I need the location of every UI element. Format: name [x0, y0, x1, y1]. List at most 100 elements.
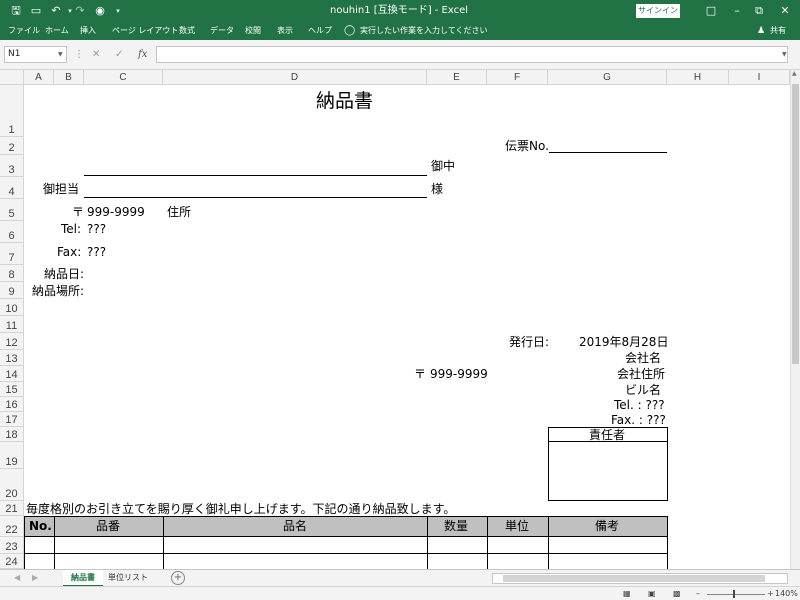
company-address: 会社住所	[617, 367, 666, 381]
column-header-d[interactable]: D	[163, 70, 427, 85]
worksheet-grid[interactable]: 納品書 伝票No. 御中 御担当 様 〒 999-9999 住所 Tel: ??…	[24, 85, 790, 569]
row-header-17[interactable]: 17	[0, 412, 24, 427]
row-header-7[interactable]: 7	[0, 243, 24, 265]
sheet-tab-nouhinsho[interactable]: 納品書	[63, 570, 103, 587]
redo-icon[interactable]: ↷	[72, 3, 88, 19]
row-header-1[interactable]: 1	[0, 85, 24, 137]
row-header-15[interactable]: 15	[0, 382, 24, 397]
col-header-remarks: 備考	[595, 519, 620, 533]
scroll-up-icon[interactable]: ▲	[792, 70, 797, 77]
issue-date-label: 発行日:	[509, 335, 550, 349]
tel-value: ???	[87, 222, 107, 236]
zoom-in-icon[interactable]: +	[767, 587, 774, 600]
column-header-f[interactable]: F	[487, 70, 548, 85]
expand-formula-bar-icon[interactable]: ▼	[782, 51, 787, 58]
column-header-b[interactable]: B	[54, 70, 84, 85]
tab-data[interactable]: データ	[210, 22, 234, 40]
customize-quick-access-icon[interactable]: ▾	[110, 3, 126, 19]
row-header-20[interactable]: 20	[0, 469, 24, 501]
save-icon[interactable]: 🖫	[8, 3, 24, 19]
column-header-i[interactable]: I	[729, 70, 790, 85]
column-header-a[interactable]: A	[24, 70, 54, 85]
table-col-divider	[163, 516, 164, 569]
tab-insert[interactable]: 挿入	[80, 22, 96, 40]
row-header-21[interactable]: 21	[0, 501, 24, 516]
row-header-6[interactable]: 6	[0, 221, 24, 243]
horizontal-scroll-thumb[interactable]	[503, 575, 765, 582]
tantou-underline	[84, 197, 427, 198]
column-header-e[interactable]: E	[427, 70, 487, 85]
ribbon-tabs: ファイル ホーム 挿入 ページ レイアウト 数式 データ 校閲 表示 ヘルプ ◯…	[0, 22, 800, 40]
sama-text: 様	[431, 182, 444, 196]
insert-function-icon[interactable]: fx	[138, 49, 147, 61]
select-all-corner[interactable]	[0, 70, 24, 85]
vertical-scrollbar[interactable]: ▲	[790, 70, 800, 570]
greeting-text: 毎度格別のお引き立てを賜り厚く御礼申し上げます。下記の通り納品致します。	[26, 502, 456, 516]
next-sheet-icon[interactable]: ▶	[32, 571, 38, 585]
company-postal-code: 999-9999	[430, 367, 488, 381]
column-header-h[interactable]: H	[667, 70, 729, 85]
row-header-9[interactable]: 9	[0, 282, 24, 299]
row-header-14[interactable]: 14	[0, 366, 24, 382]
zoom-slider-thumb[interactable]	[733, 590, 735, 598]
normal-view-icon[interactable]: ▦	[623, 587, 631, 600]
table-col-divider	[667, 516, 668, 569]
tantou-label: 御担当	[43, 182, 80, 196]
horizontal-scrollbar[interactable]	[492, 573, 788, 584]
vertical-scroll-thumb[interactable]	[792, 84, 799, 364]
col-header-item-code: 品番	[96, 519, 121, 533]
tab-home[interactable]: ホーム	[45, 22, 69, 40]
formula-input[interactable]	[156, 46, 788, 63]
share-button[interactable]: 共有	[770, 22, 786, 40]
add-sheet-button[interactable]: +	[171, 571, 185, 585]
delivery-date-label: 納品日:	[44, 267, 85, 281]
name-box-dropdown-icon[interactable]: ▼	[58, 51, 63, 58]
row-header-12[interactable]: 12	[0, 333, 24, 350]
table-col-divider	[54, 516, 55, 569]
row-header-4[interactable]: 4	[0, 177, 24, 199]
tab-formulas[interactable]: 数式	[179, 22, 195, 40]
row-header-19[interactable]: 19	[0, 442, 24, 469]
tab-help[interactable]: ヘルプ	[308, 22, 332, 40]
zoom-level[interactable]: 140%	[775, 587, 798, 600]
row-header-8[interactable]: 8	[0, 265, 24, 282]
responsible-label: 責任者	[589, 428, 626, 442]
row-header-11[interactable]: 11	[0, 316, 24, 333]
zoom-out-icon[interactable]: –	[696, 587, 700, 600]
company-postal-mark: 〒	[414, 367, 427, 381]
tab-file[interactable]: ファイル	[8, 22, 40, 40]
sign-in-button[interactable]: サインイン	[636, 4, 680, 18]
sheet-tab-unit-list[interactable]: 単位リスト	[105, 570, 151, 587]
row-header-3[interactable]: 3	[0, 155, 24, 177]
row-header-2[interactable]: 2	[0, 137, 24, 155]
enter-icon[interactable]: ✓	[115, 49, 123, 61]
row-header-5[interactable]: 5	[0, 199, 24, 221]
row-header-10[interactable]: 10	[0, 299, 24, 316]
page-layout-view-icon[interactable]: ▣	[648, 587, 656, 600]
column-header-c[interactable]: C	[84, 70, 163, 85]
row-header-24[interactable]: 24	[0, 554, 24, 569]
onchu-text: 御中	[431, 159, 456, 173]
zoom-slider[interactable]	[707, 594, 765, 595]
prev-sheet-icon[interactable]: ◀	[14, 571, 20, 585]
tell-me-search[interactable]: 実行したい作業を入力してください	[360, 22, 488, 40]
col-header-item-name: 品名	[283, 519, 308, 533]
page-break-preview-icon[interactable]: ▩	[673, 587, 681, 600]
building-name: ビル名	[625, 383, 662, 397]
row-header-18[interactable]: 18	[0, 427, 24, 442]
table-col-divider	[427, 516, 428, 569]
tab-page-layout[interactable]: ページ レイアウト	[112, 22, 178, 40]
row-header-22[interactable]: 22	[0, 516, 24, 537]
column-header-g[interactable]: G	[548, 70, 667, 85]
cancel-icon[interactable]: ✕	[92, 49, 100, 61]
close-icon[interactable]: ✕	[770, 0, 800, 22]
row-header-16[interactable]: 16	[0, 397, 24, 412]
row-header-13[interactable]: 13	[0, 350, 24, 366]
touch-mode-icon[interactable]: ◉	[92, 3, 108, 19]
tab-view[interactable]: 表示	[277, 22, 293, 40]
table-col-divider	[487, 516, 488, 569]
row-header-23[interactable]: 23	[0, 537, 24, 554]
tab-review[interactable]: 校閲	[245, 22, 261, 40]
col-header-quantity: 数量	[444, 519, 469, 533]
save-icon-alt[interactable]: ▭	[28, 3, 44, 19]
